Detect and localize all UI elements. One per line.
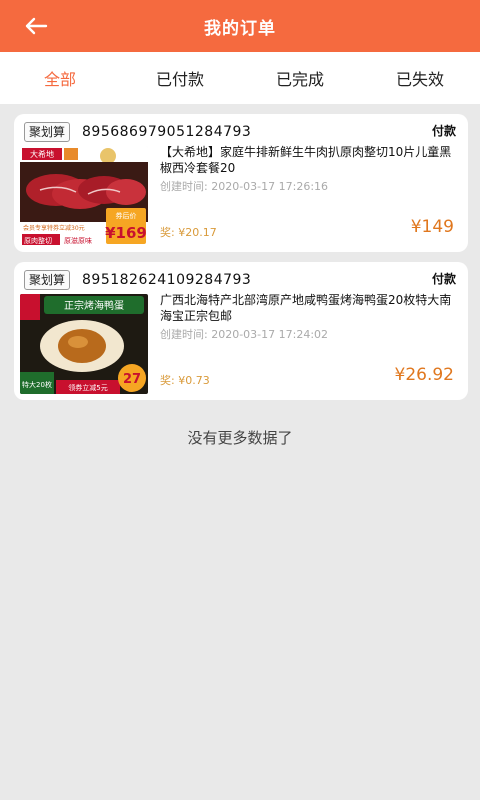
thumb-egg-price: 27 xyxy=(123,372,141,387)
thumb-line2: 原滋原味 xyxy=(64,236,92,245)
created-time: 创建时间: 2020-03-17 17:24:02 xyxy=(160,328,329,341)
tab-all[interactable]: 全部 xyxy=(0,52,120,104)
thumb-egg-coupon: 领券立减5元 xyxy=(68,383,107,392)
order-number: 895686979051284793 xyxy=(82,124,252,140)
platform-badge: 聚划算 xyxy=(24,122,71,142)
tab-paid[interactable]: 已付款 xyxy=(120,52,240,104)
order-price: ¥26.92 xyxy=(394,365,454,385)
reward-amount: 奖: ¥20.17 xyxy=(160,226,217,239)
order-status: 付款 xyxy=(431,272,456,286)
order-tabs: 全部 已付款 已完成 已失效 xyxy=(0,52,480,104)
platform-badge: 聚划算 xyxy=(24,270,71,290)
order-status: 付款 xyxy=(431,124,456,138)
thumb-member-tag: 会员专享特券立减30元 xyxy=(23,224,85,232)
product-image-steak[interactable]: 大希地 会员专享特券立减30元 原肉整切 原滋原味 券后价 ¥169 xyxy=(20,146,148,246)
order-card[interactable]: 聚划算 895686979051284793 付款 大希地 会员专享特券立减30… xyxy=(14,114,468,252)
tab-expired[interactable]: 已失效 xyxy=(360,52,480,104)
thumb-brand: 大希地 xyxy=(30,149,54,159)
thumb-egg-size: 特大20枚 xyxy=(22,380,52,389)
page-title: 我的订单 xyxy=(204,18,276,39)
thumb-price: ¥169 xyxy=(105,224,147,242)
product-name[interactable]: 【大希地】家庭牛排新鲜生牛肉扒原肉整切10片儿童黑椒西冷套餐20 xyxy=(160,144,460,176)
no-more-data-text: 没有更多数据了 xyxy=(187,429,293,447)
app-header: 我的订单 xyxy=(0,0,480,52)
order-number: 895182624109284793 xyxy=(82,272,252,288)
product-name[interactable]: 广西北海特产北部湾原产地咸鸭蛋烤海鸭蛋20枚特大南海宝正宗包邮 xyxy=(160,292,460,324)
product-image-duck-egg[interactable]: 正宗烤海鸭蛋 特大20枚 领券立减5元 27 xyxy=(20,294,148,394)
tab-completed[interactable]: 已完成 xyxy=(240,52,360,104)
thumb-coupon: 券后价 xyxy=(116,211,137,220)
created-time: 创建时间: 2020-03-17 17:26:16 xyxy=(160,180,329,193)
thumb-egg-title: 正宗烤海鸭蛋 xyxy=(64,299,124,312)
thumb-line1: 原肉整切 xyxy=(24,236,52,245)
reward-amount: 奖: ¥0.73 xyxy=(160,374,210,387)
back-button[interactable] xyxy=(20,12,52,40)
order-card[interactable]: 聚划算 895182624109284793 付款 正宗烤海鸭蛋 特大20枚 领… xyxy=(14,262,468,400)
order-price: ¥149 xyxy=(410,217,454,237)
arrow-left-icon xyxy=(25,17,48,35)
